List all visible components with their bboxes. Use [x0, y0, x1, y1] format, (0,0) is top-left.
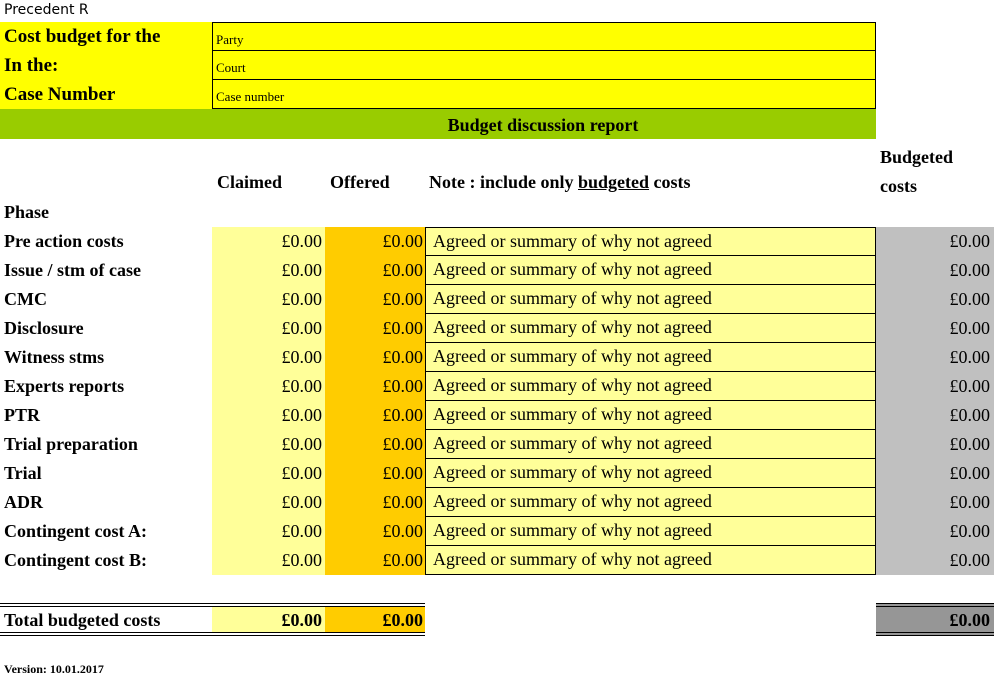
phase-label: Pre action costs [4, 231, 124, 251]
note-cell[interactable]: Agreed or summary of why not agreed [425, 517, 876, 546]
total-row: Total budgeted costs £0.00 £0.00 [0, 603, 425, 636]
phase-label: Contingent cost A: [4, 521, 147, 541]
header-value-cell[interactable]: Case number [212, 80, 876, 109]
budgeted-line1: Budgeted [880, 147, 954, 167]
phase-label: PTR [4, 405, 40, 425]
claimed-cell[interactable]: £0.00 [212, 401, 325, 430]
budgeted-cell[interactable]: £0.00 [876, 343, 994, 372]
phase-label: Experts reports [4, 376, 125, 396]
sheet-title: Precedent R [4, 2, 89, 18]
offered-cell[interactable]: £0.00 [325, 459, 425, 488]
note-cell[interactable]: Agreed or summary of why not agreed [425, 459, 876, 488]
claimed-cell[interactable]: £0.00 [212, 459, 325, 488]
phase-label: Contingent cost B: [4, 550, 147, 570]
note-cell[interactable]: Agreed or summary of why not agreed [425, 372, 876, 401]
claimed-cell[interactable]: £0.00 [212, 343, 325, 372]
budgeted-cell[interactable]: £0.00 [876, 256, 994, 285]
version: Version: 10.01.2017 [4, 662, 104, 676]
offered-cell[interactable]: £0.00 [325, 285, 425, 314]
offered-cell[interactable]: £0.00 [325, 517, 425, 546]
note-cell[interactable]: Agreed or summary of why not agreed [425, 256, 876, 285]
offered-cell[interactable]: £0.00 [325, 546, 425, 575]
header-label: Cost budget for the [0, 22, 212, 51]
offered-cell[interactable]: £0.00 [325, 256, 425, 285]
note-cell[interactable]: Agreed or summary of why not agreed [425, 285, 876, 314]
note-cell[interactable]: Agreed or summary of why not agreed [425, 314, 876, 343]
budgeted-cell[interactable]: £0.00 [876, 430, 994, 459]
note-underlined: budgeted [578, 172, 650, 192]
header-value-cell[interactable]: Court [212, 51, 876, 80]
note-prefix: Note : include only [429, 172, 579, 192]
budgeted-cell[interactable]: £0.00 [876, 227, 994, 256]
note-cell[interactable]: Agreed or summary of why not agreed [425, 488, 876, 517]
budgeted-cell[interactable]: £0.00 [876, 488, 994, 517]
note-cell[interactable]: Agreed or summary of why not agreed [425, 546, 876, 575]
budgeted-cell[interactable]: £0.00 [876, 517, 994, 546]
total-label: Total budgeted costs [4, 610, 161, 630]
budgeted-line2: costs [880, 176, 917, 196]
claimed-cell[interactable]: £0.00 [212, 488, 325, 517]
col-claimed: Claimed [217, 172, 282, 192]
claimed-cell[interactable]: £0.00 [212, 314, 325, 343]
budgeted-cell[interactable]: £0.00 [876, 314, 994, 343]
offered-cell[interactable]: £0.00 [325, 401, 425, 430]
claimed-cell[interactable]: £0.00 [212, 256, 325, 285]
total-budgeted[interactable]: £0.00 [876, 603, 994, 636]
note-cell[interactable]: Agreed or summary of why not agreed [425, 227, 876, 256]
offered-cell[interactable]: £0.00 [325, 314, 425, 343]
budgeted-cell[interactable]: £0.00 [876, 401, 994, 430]
banner: Budget discussion report [0, 109, 876, 139]
budgeted-cell[interactable]: £0.00 [876, 372, 994, 401]
note-suffix: costs [649, 172, 691, 192]
phase-label: ADR [4, 492, 43, 512]
budgeted-cell[interactable]: £0.00 [876, 459, 994, 488]
claimed-cell[interactable]: £0.00 [212, 372, 325, 401]
offered-cell[interactable]: £0.00 [325, 372, 425, 401]
total-claimed[interactable]: £0.00 [212, 607, 325, 632]
budgeted-cell[interactable]: £0.00 [876, 546, 994, 575]
col-phase: Phase [4, 202, 49, 222]
claimed-cell[interactable]: £0.00 [212, 227, 325, 256]
offered-cell[interactable]: £0.00 [325, 343, 425, 372]
offered-cell[interactable]: £0.00 [325, 430, 425, 459]
header-label: Case Number [0, 80, 212, 109]
claimed-cell[interactable]: £0.00 [212, 285, 325, 314]
phase-label: Issue / stm of case [4, 260, 141, 280]
offered-cell[interactable]: £0.00 [325, 488, 425, 517]
claimed-cell[interactable]: £0.00 [212, 430, 325, 459]
phase-label: Disclosure [4, 318, 84, 338]
phase-label: Witness stms [4, 347, 105, 367]
phase-label: CMC [4, 289, 47, 309]
col-note: Note : include only budgeted costs [429, 172, 691, 193]
total-offered[interactable]: £0.00 [325, 607, 425, 632]
phase-label: Trial [4, 463, 42, 483]
note-cell[interactable]: Agreed or summary of why not agreed [425, 401, 876, 430]
col-budgeted: Budgeted costs [880, 143, 953, 201]
claimed-cell[interactable]: £0.00 [212, 517, 325, 546]
note-cell[interactable]: Agreed or summary of why not agreed [425, 343, 876, 372]
col-offered: Offered [330, 172, 390, 192]
offered-cell[interactable]: £0.00 [325, 227, 425, 256]
note-cell[interactable]: Agreed or summary of why not agreed [425, 430, 876, 459]
budgeted-cell[interactable]: £0.00 [876, 285, 994, 314]
header-value-cell[interactable]: Party [212, 22, 876, 51]
claimed-cell[interactable]: £0.00 [212, 546, 325, 575]
phase-label: Trial preparation [4, 434, 138, 454]
header-label: In the: [0, 51, 212, 80]
